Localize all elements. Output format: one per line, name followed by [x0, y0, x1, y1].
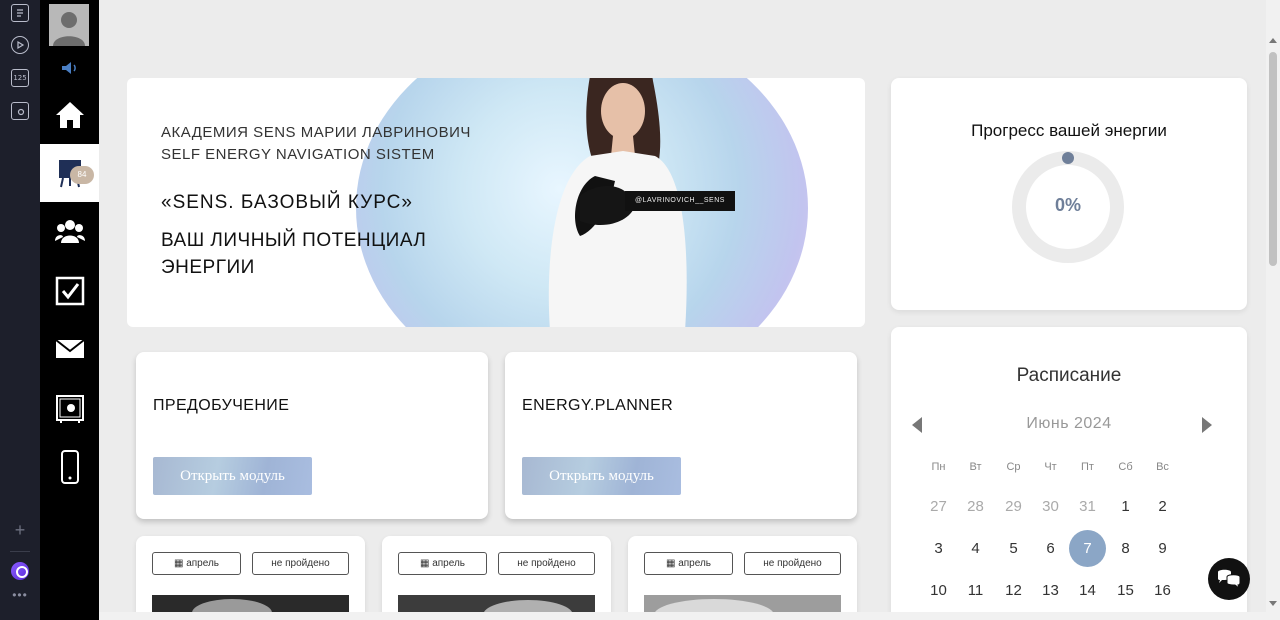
academy-subtitle: SELF ENERGY NAVIGATION SISTEM: [161, 146, 435, 163]
tasks-icon: [55, 276, 84, 306]
scroll-up-arrow[interactable]: [1269, 38, 1277, 43]
calendar-day[interactable]: 1: [1107, 488, 1144, 525]
sidebar-item-safe[interactable]: [40, 380, 99, 438]
calendar-day[interactable]: 16: [1144, 572, 1181, 609]
community-icon: [54, 220, 85, 243]
instagram-tag: @LAVRINOVICH__SENS: [625, 191, 735, 211]
calendar-day[interactable]: 28: [957, 488, 994, 525]
calendar-day[interactable]: 7: [1069, 530, 1106, 567]
sidebar-item-community[interactable]: [40, 202, 99, 260]
weekday-label: Пт: [1081, 461, 1094, 473]
course-subtitle: ВАШ ЛИЧНЫЙ ПОТЕНЦИАЛ ЭНЕРГИИ: [161, 230, 427, 278]
weekday-label: Ср: [1006, 461, 1021, 473]
lesson-date-badge: ▦ апрель: [398, 552, 487, 575]
sidebar-item-mail[interactable]: [40, 320, 99, 378]
weekday-label: Пн: [931, 461, 946, 473]
avatar[interactable]: [49, 4, 89, 46]
open-module-button[interactable]: Открыть модуль: [153, 457, 312, 495]
lesson-status-badge: не пройдено: [498, 552, 595, 575]
weekday-label: Чт: [1044, 461, 1057, 473]
lesson-date: апрель: [186, 558, 220, 569]
calendar-day[interactable]: 15: [1107, 572, 1144, 609]
calendar-icon: ▦: [419, 558, 433, 569]
more-icon[interactable]: •••: [11, 588, 29, 602]
lesson-date: апрель: [678, 558, 712, 569]
calendar-month: Июнь 2024: [1026, 415, 1112, 432]
notes-icon[interactable]: [11, 4, 29, 22]
sidebar-item-home[interactable]: [40, 86, 99, 144]
scroll-thumb[interactable]: [1269, 52, 1277, 266]
next-month-icon[interactable]: [1202, 417, 1212, 433]
schedule-title: Расписание: [1016, 365, 1122, 386]
calendar-day[interactable]: 31: [1069, 488, 1106, 525]
assistant-icon[interactable]: [11, 562, 29, 580]
lesson-card[interactable]: ▦ апрель не пройдено: [136, 536, 365, 620]
sidebar-item-phone[interactable]: [40, 438, 99, 496]
lesson-date: апрель: [432, 558, 466, 569]
lesson-card[interactable]: ▦ апрель не пройдено: [382, 536, 611, 620]
chat-button[interactable]: [1208, 558, 1250, 600]
calendar-day[interactable]: 4: [957, 530, 994, 567]
calendar-day[interactable]: 5: [995, 530, 1032, 567]
calendar-day[interactable]: 27: [920, 488, 957, 525]
calendar-day[interactable]: 29: [995, 488, 1032, 525]
energy-progress-card: Прогресс вашей энергии 0%: [891, 78, 1247, 310]
safe-icon: [55, 395, 84, 423]
phone-icon: [60, 450, 79, 484]
counter-icon[interactable]: 125: [11, 69, 29, 87]
mail-icon: [54, 339, 85, 358]
energy-percent: 0%: [1054, 195, 1081, 215]
calendar-day[interactable]: 12: [995, 572, 1032, 609]
home-icon: [55, 102, 84, 128]
academy-title: АКАДЕМИЯ SENS МАРИИ ЛАВРИНОВИЧ: [161, 124, 471, 141]
open-module-button[interactable]: Открыть модуль: [522, 457, 681, 495]
horizontal-scrollbar[interactable]: [99, 612, 1266, 620]
calendar-day[interactable]: 10: [920, 572, 957, 609]
module-card: ПРЕДОБУЧЕНИЕ Открыть модуль: [136, 352, 488, 519]
energy-title: Прогресс вашей энергии: [971, 121, 1167, 140]
module-title: ENERGY.PLANNER: [522, 397, 674, 414]
camera-icon[interactable]: [11, 102, 29, 120]
calendar-day[interactable]: 11: [957, 572, 994, 609]
sidebar-item-course[interactable]: 84: [40, 144, 99, 202]
lesson-date-badge: ▦ апрель: [152, 552, 241, 575]
add-panel-icon[interactable]: +: [11, 520, 29, 540]
weekday-label: Вт: [969, 461, 982, 473]
weekday-label: Вс: [1156, 461, 1169, 473]
energy-progress-marker: [1062, 152, 1074, 164]
calendar-day[interactable]: 2: [1144, 488, 1181, 525]
scroll-down-arrow[interactable]: [1269, 601, 1277, 606]
sound-icon[interactable]: [59, 60, 79, 76]
course-banner: АКАДЕМИЯ SENS МАРИИ ЛАВРИНОВИЧ SELF ENER…: [127, 78, 865, 327]
calendar-day[interactable]: 6: [1032, 530, 1069, 567]
browser-side-panel: 125 + •••: [0, 0, 40, 620]
app-sidebar: 84: [40, 0, 99, 620]
lesson-date-badge: ▦ апрель: [644, 552, 733, 575]
calendar-icon: ▦: [665, 558, 679, 569]
calendar-day[interactable]: 8: [1107, 530, 1144, 567]
calendar-day[interactable]: 3: [920, 530, 957, 567]
calendar-day[interactable]: 30: [1032, 488, 1069, 525]
lesson-status-badge: не пройдено: [744, 552, 841, 575]
sidebar-item-tasks[interactable]: [40, 262, 99, 320]
calendar-icon: ▦: [173, 558, 187, 569]
weekday-label: Сб: [1118, 461, 1133, 473]
vertical-scrollbar[interactable]: [1266, 0, 1280, 620]
course-title: «SENS. БАЗОВЫЙ КУРС»: [161, 192, 413, 213]
chat-icon: [1218, 569, 1241, 590]
module-title: ПРЕДОБУЧЕНИЕ: [153, 397, 290, 414]
calendar-day[interactable]: 14: [1069, 572, 1106, 609]
calendar-day[interactable]: 9: [1144, 530, 1181, 567]
strip-divider: [10, 551, 30, 552]
lesson-status-badge: не пройдено: [252, 552, 349, 575]
calendar-day[interactable]: 13: [1032, 572, 1069, 609]
module-card: ENERGY.PLANNER Открыть модуль: [505, 352, 857, 519]
play-icon[interactable]: [11, 36, 29, 54]
lesson-card[interactable]: ▦ апрель не пройдено: [628, 536, 857, 620]
schedule-card: Расписание Июнь 2024 Пн Вт Ср Чт Пт Сб Вс 27 28 2…: [891, 327, 1247, 620]
course-badge: 84: [70, 166, 94, 184]
